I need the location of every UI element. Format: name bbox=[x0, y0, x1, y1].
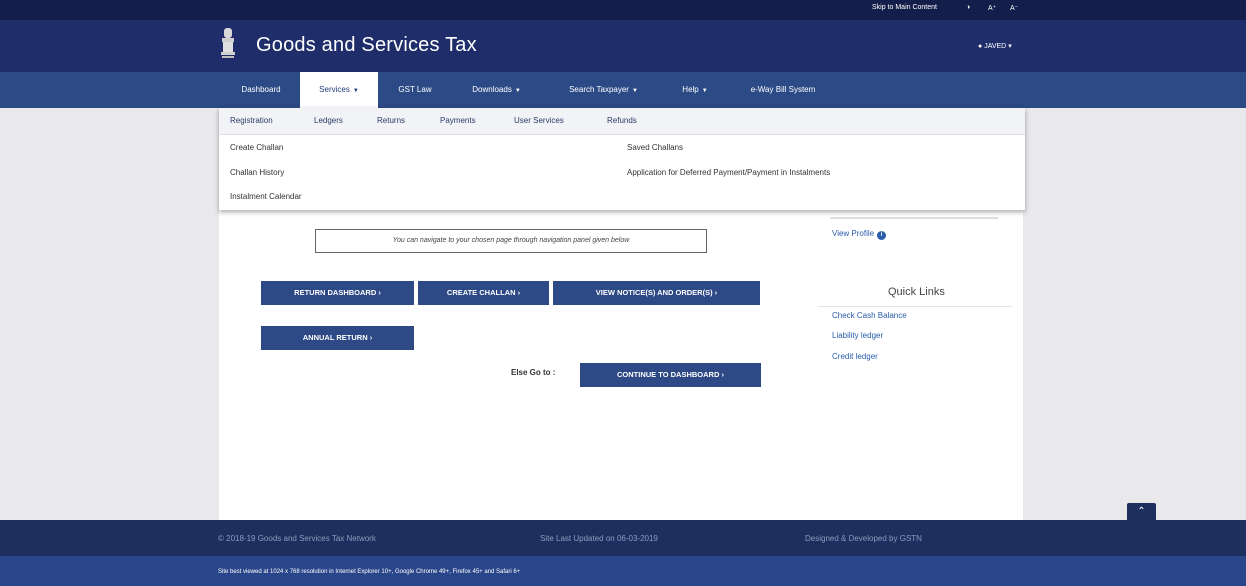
chevron-up-icon: ⌃ bbox=[1137, 506, 1146, 517]
quick-links-divider bbox=[818, 306, 1012, 307]
chevron-down-icon: ▼ bbox=[514, 88, 521, 94]
font-increase-button[interactable]: A⁺ bbox=[988, 4, 996, 12]
navigation-hint: You can navigate to your chosen page thr… bbox=[315, 229, 707, 253]
else-go-to-label: Else Go to : bbox=[511, 368, 556, 377]
return-dashboard-button[interactable]: RETURN DASHBOARD › bbox=[261, 281, 414, 305]
nav-downloads[interactable]: Downloads ▼ bbox=[450, 72, 543, 108]
submenu-tab-payments[interactable]: Payments bbox=[440, 116, 476, 125]
nav-search-taxpayer[interactable]: Search Taxpayer ▼ bbox=[543, 72, 664, 108]
designed-by-text: Designed & Developed by GSTN bbox=[805, 534, 922, 543]
nav-dashboard[interactable]: Dashboard bbox=[222, 72, 300, 108]
skip-to-main-link[interactable]: Skip to Main Content bbox=[872, 4, 937, 11]
continue-dashboard-button[interactable]: CONTINUE TO DASHBOARD › bbox=[580, 363, 761, 387]
create-challan-link[interactable]: Create Challan bbox=[230, 143, 283, 152]
view-profile-label: View Profile bbox=[832, 229, 875, 238]
site-header: Goods and Services Tax ● JAVED ▾ bbox=[0, 20, 1246, 72]
view-notices-button[interactable]: VIEW NOTICE(S) AND ORDER(S) › bbox=[553, 281, 760, 305]
browser-note-bar: Site best viewed at 1024 x 768 resolutio… bbox=[0, 556, 1246, 586]
submenu-tab-refunds[interactable]: Refunds bbox=[607, 116, 637, 125]
view-profile-link[interactable]: View Profile i bbox=[832, 229, 887, 240]
utility-bar: Skip to Main Content ◑ A⁺ A⁻ bbox=[0, 0, 1246, 20]
nav-help[interactable]: Help ▼ bbox=[664, 72, 726, 108]
quick-links-title: Quick Links bbox=[888, 286, 945, 298]
liability-ledger-link[interactable]: Liability ledger bbox=[832, 331, 883, 340]
challan-history-link[interactable]: Challan History bbox=[230, 168, 284, 177]
submenu-tab-returns[interactable]: Returns bbox=[377, 116, 405, 125]
services-submenu: Registration Ledgers Returns Payments Us… bbox=[219, 108, 1025, 210]
nav-eway-bill[interactable]: e-Way Bill System bbox=[726, 72, 840, 108]
user-icon: ● bbox=[978, 43, 983, 50]
chevron-down-icon: ▼ bbox=[352, 88, 359, 94]
font-decrease-button[interactable]: A⁻ bbox=[1010, 4, 1018, 12]
submenu-tab-registration[interactable]: Registration bbox=[230, 116, 273, 125]
site-footer: © 2018-19 Goods and Services Tax Network… bbox=[0, 520, 1246, 556]
check-cash-balance-link[interactable]: Check Cash Balance bbox=[832, 311, 907, 320]
submenu-tabs: Registration Ledgers Returns Payments Us… bbox=[219, 108, 1025, 135]
national-emblem-icon bbox=[221, 28, 235, 58]
best-viewed-text: Site best viewed at 1024 x 768 resolutio… bbox=[218, 569, 521, 575]
saved-challans-link[interactable]: Saved Challans bbox=[627, 143, 683, 152]
copyright-text: © 2018-19 Goods and Services Tax Network bbox=[218, 534, 376, 543]
nav-services[interactable]: Services ▼ bbox=[300, 72, 378, 108]
submenu-tab-user-services[interactable]: User Services bbox=[514, 116, 564, 125]
create-challan-button[interactable]: CREATE CHALLAN › bbox=[418, 281, 549, 305]
deferred-payment-link[interactable]: Application for Deferred Payment/Payment… bbox=[627, 168, 830, 177]
contrast-icon[interactable]: ◑ bbox=[966, 4, 970, 11]
chevron-down-icon: ▾ bbox=[1008, 43, 1012, 50]
last-updated-text: Site Last Updated on 06-03-2019 bbox=[540, 534, 658, 543]
sidebar-divider bbox=[830, 217, 998, 219]
annual-return-button[interactable]: ANNUAL RETURN › bbox=[261, 326, 414, 350]
credit-ledger-link[interactable]: Credit ledger bbox=[832, 352, 878, 361]
user-name: JAVED bbox=[984, 43, 1007, 50]
site-title[interactable]: Goods and Services Tax bbox=[256, 34, 477, 57]
instalment-calendar-link[interactable]: Instalment Calendar bbox=[230, 192, 302, 201]
scroll-to-top-button[interactable]: ⌃ bbox=[1127, 503, 1156, 520]
main-navigation: Dashboard Services ▼ GST Law Downloads ▼ S… bbox=[0, 72, 1246, 108]
info-icon: i bbox=[877, 231, 887, 240]
user-menu[interactable]: ● JAVED ▾ bbox=[978, 42, 1012, 50]
chevron-down-icon: ▼ bbox=[701, 88, 708, 94]
chevron-down-icon: ▼ bbox=[631, 88, 638, 94]
nav-gst-law[interactable]: GST Law bbox=[380, 72, 450, 108]
submenu-tab-ledgers[interactable]: Ledgers bbox=[314, 116, 343, 125]
